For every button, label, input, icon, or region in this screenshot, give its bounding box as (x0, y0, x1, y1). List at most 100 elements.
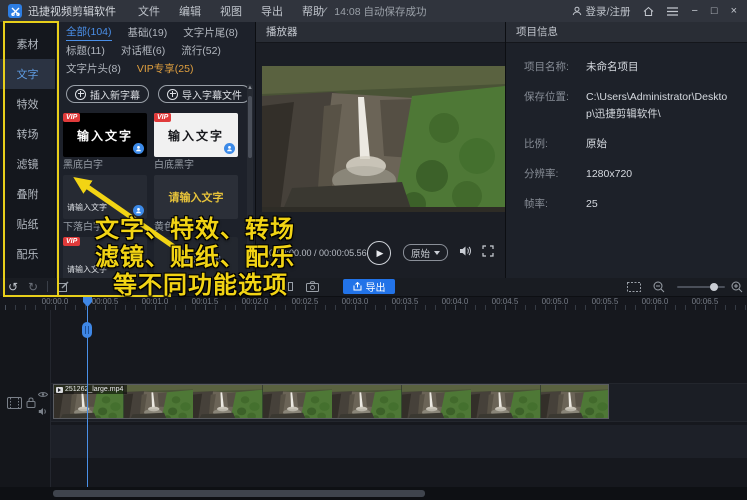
login-button[interactable]: 登录/注册 (572, 4, 631, 19)
app-title: 迅捷视频剪辑软件 (28, 3, 116, 19)
sidebar-item-transitions[interactable]: 转场 (0, 119, 55, 149)
text-style-grid: VIP 输入文字 黑底白字 VIP 输入文字 白底黑字 (56, 103, 255, 278)
tab-opening[interactable]: 文字片头(8) (66, 61, 121, 76)
fullscreen-icon[interactable] (482, 245, 494, 257)
ruler-tick-label: 00:01.0 (142, 297, 169, 306)
sidebar-item-media[interactable]: 素材 (0, 29, 55, 59)
volume-icon[interactable] (459, 245, 472, 257)
resolution-value: 1280x720 (586, 166, 733, 182)
timeline-section: ↺ ↻ 导出 (0, 278, 747, 500)
menu-export[interactable]: 导出 (261, 3, 283, 19)
zoom-in-icon[interactable] (731, 281, 743, 293)
scrollbar-thumb[interactable] (248, 96, 252, 158)
player-header: 播放器 (256, 22, 505, 43)
panel-scrollbar[interactable]: ▲ (247, 84, 253, 276)
player-controls: 00:00:00.00 / 00:00:05.56 ▶ 原始 (256, 238, 506, 268)
split-clip-icon[interactable] (281, 281, 293, 292)
text-presets-panel: 全部(104) 基础(19) 文字片尾(8) 标题(11) 对话框(6) 流行(… (55, 22, 255, 278)
sidebar-item-filters[interactable]: 滤镜 (0, 149, 55, 179)
menu-edit[interactable]: 编辑 (179, 3, 201, 19)
ratio-dropdown[interactable]: 原始 (403, 244, 448, 261)
empty-track-lane[interactable] (0, 425, 747, 458)
scrollbar-thumb[interactable] (53, 490, 425, 497)
ruler-tick-label: 00:03.5 (392, 297, 419, 306)
text-style-card-6[interactable]: 请输入文字 (154, 237, 238, 278)
timeline-zoom-slider[interactable] (677, 286, 725, 288)
tab-dialog[interactable]: 对话框(6) (121, 43, 165, 58)
card-label: 黑底白字 (63, 160, 147, 172)
insert-subtitle-button[interactable]: 插入新字幕 (66, 85, 149, 103)
redo-button[interactable]: ↻ (28, 280, 38, 294)
import-subtitle-button[interactable]: 导入字幕文件 (158, 85, 251, 103)
export-button[interactable]: 导出 (343, 279, 395, 294)
vip-badge: VIP (63, 113, 80, 122)
project-info-header: 项目信息 (506, 22, 747, 43)
tab-row-1: 全部(104) 基础(19) 文字片尾(8) (56, 25, 255, 40)
lock-track-icon[interactable] (26, 397, 36, 408)
app-window: 迅捷视频剪辑软件 文件 编辑 视图 导出 帮助 ✓ 14:08 自动保存成功 登… (0, 0, 747, 500)
video-clip[interactable]: 251262_large.mp4 (53, 384, 609, 419)
zoom-out-icon[interactable] (653, 281, 665, 293)
menu-file[interactable]: 文件 (138, 3, 160, 19)
tab-ending[interactable]: 文字片尾(8) (183, 25, 238, 40)
plus-icon (167, 89, 178, 100)
ruler-tick-label: 00:02.0 (242, 297, 269, 306)
sidebar-item-music[interactable]: 配乐 (0, 239, 55, 269)
chevron-down-icon (434, 251, 440, 255)
menu-view[interactable]: 视图 (220, 3, 242, 19)
video-preview[interactable] (262, 66, 505, 212)
author-avatar-icon (133, 205, 144, 216)
card-label: 黄色阴影 (154, 222, 238, 234)
track-header-column (0, 310, 51, 487)
maximize-button[interactable]: □ (711, 6, 718, 17)
tab-title[interactable]: 标题(11) (66, 43, 105, 58)
snapshot-camera-icon[interactable] (306, 281, 319, 292)
text-style-card-yellow[interactable]: 请输入文字 (154, 175, 238, 219)
text-style-card-white[interactable]: VIP 输入文字 (154, 113, 238, 157)
play-button[interactable]: ▶ (367, 241, 391, 265)
tab-vip[interactable]: VIP专享(25) (137, 61, 194, 76)
video-track-icon (7, 397, 22, 409)
vip-badge: VIP (63, 237, 80, 246)
project-name-value: 未命名项目 (586, 59, 733, 75)
timeline-toolbar: ↺ ↻ 导出 (0, 278, 747, 297)
tab-basic[interactable]: 基础(19) (128, 25, 168, 40)
project-name-row: 项目名称: 未命名项目 (524, 59, 733, 75)
timeline-horizontal-scrollbar[interactable] (0, 487, 747, 500)
aspect-ratio-value: 原始 (586, 136, 733, 152)
ruler-tick-label: 00:00.5 (92, 297, 119, 306)
time-ruler[interactable]: 00:00.000:00.500:01.000:01.500:02.000:02… (0, 296, 747, 310)
ruler-tick-label: 00:04.0 (442, 297, 469, 306)
undo-button[interactable]: ↺ (8, 280, 18, 294)
sidebar-item-overlays[interactable]: 叠附 (0, 179, 55, 209)
playhead-grip[interactable] (82, 322, 92, 338)
text-style-card-5[interactable]: VIP 请输入文字 (63, 237, 147, 278)
project-info-panel: 项目信息 项目名称: 未命名项目 保存位置: C:\Users\Administ… (505, 22, 747, 278)
card-label: 下落白字 (63, 222, 147, 234)
ruler-tick-label: 00:05.0 (542, 297, 569, 306)
edit-clip-icon[interactable] (58, 281, 69, 292)
check-icon: ✓ (320, 5, 329, 17)
close-button[interactable]: × (731, 6, 737, 17)
sidebar-item-effects[interactable]: 特效 (0, 89, 55, 119)
mute-track-icon[interactable] (38, 407, 48, 416)
tab-all[interactable]: 全部(104) (66, 24, 112, 41)
autosave-text: 14:08 自动保存成功 (334, 4, 426, 19)
tab-popular[interactable]: 流行(52) (181, 43, 221, 58)
plus-icon (75, 89, 86, 100)
player-panel: 播放器 00:00:00.00 / 00:00:05.56 ▶ 原始 (255, 22, 505, 278)
scroll-up-icon[interactable]: ▲ (247, 85, 253, 91)
sidebar-item-text[interactable]: 文字 (0, 59, 55, 89)
home-icon[interactable] (643, 6, 654, 17)
text-style-card-black[interactable]: VIP 输入文字 (63, 113, 147, 157)
sidebar: 素材 文字 特效 转场 滤镜 叠附 贴纸 配乐 (0, 22, 55, 278)
autosave-status: ✓ 14:08 自动保存成功 (320, 4, 426, 19)
minimize-button[interactable]: − (691, 6, 697, 17)
sidebar-item-stickers[interactable]: 贴纸 (0, 209, 55, 239)
slider-knob[interactable] (710, 283, 718, 291)
visibility-track-icon[interactable] (38, 391, 48, 398)
text-style-card-falling[interactable]: 请输入文字 (63, 175, 147, 219)
fit-timeline-icon[interactable] (627, 282, 641, 292)
main-menu-icon[interactable] (667, 7, 678, 16)
user-icon (572, 6, 582, 16)
